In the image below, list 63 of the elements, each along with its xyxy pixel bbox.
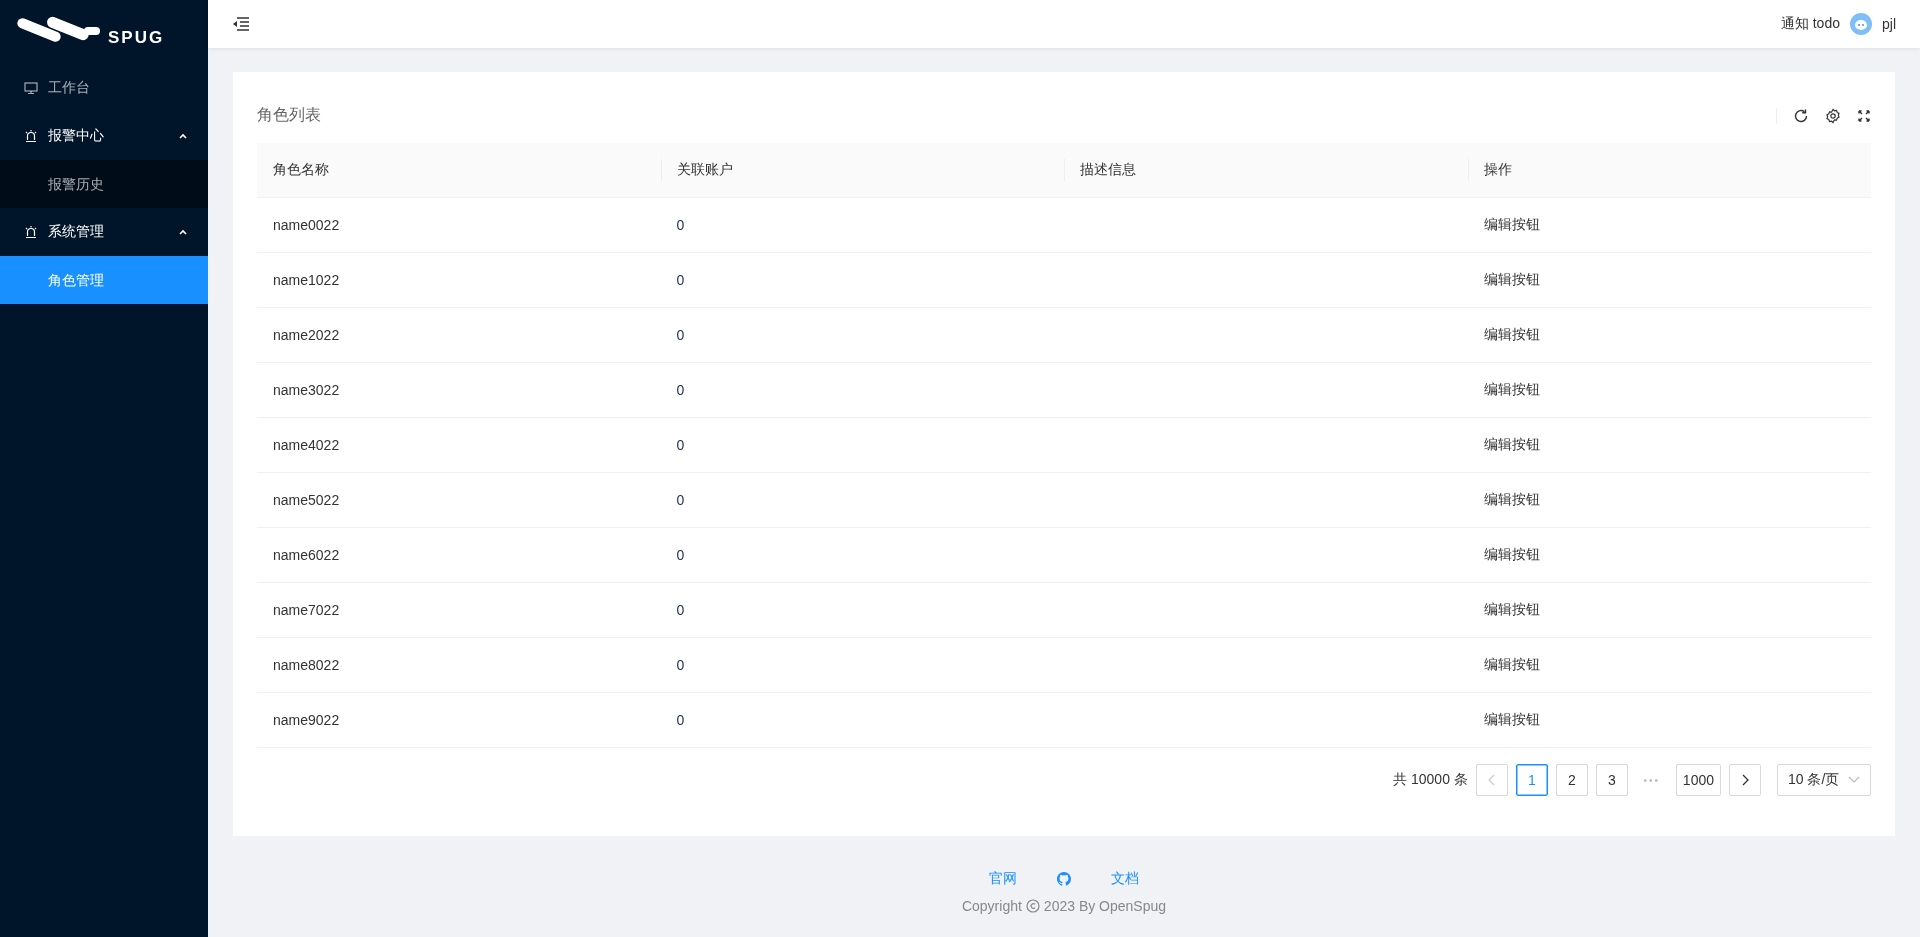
chevron-right-icon (1741, 774, 1749, 786)
table-cell: 0 (676, 382, 685, 398)
table-cell: 0 (676, 217, 685, 233)
page-button[interactable]: 2 (1555, 764, 1588, 796)
table-cell: name8022 (273, 657, 340, 673)
table-cell: name3022 (273, 382, 340, 398)
page-button[interactable]: 3 (1595, 764, 1628, 796)
notice-link[interactable]: 通知 todo (1780, 15, 1840, 33)
column-header: 操作 (1483, 161, 1512, 179)
monitor-icon (24, 81, 38, 95)
edit-link[interactable]: 编辑按钮 (1483, 491, 1540, 509)
page-button[interactable]: 1000 (1675, 764, 1721, 796)
menu-item[interactable]: 报警中心 (0, 112, 208, 160)
table-cell: 0 (676, 712, 685, 728)
column-header: 角色名称 (273, 161, 329, 179)
table-cell: 0 (676, 657, 685, 673)
chevron-down-icon (1848, 776, 1860, 784)
caret-icon (178, 132, 188, 140)
edit-link[interactable]: 编辑按钮 (1483, 326, 1540, 344)
edit-link[interactable]: 编辑按钮 (1483, 711, 1540, 729)
table-cell: 0 (676, 492, 685, 508)
edit-link[interactable]: 编辑按钮 (1483, 271, 1540, 289)
fullscreen-icon[interactable] (1857, 108, 1871, 123)
submenu-item[interactable]: 报警历史 (0, 160, 208, 208)
copyright-icon (1025, 899, 1040, 913)
alarm-icon (24, 129, 38, 143)
edit-link[interactable]: 编辑按钮 (1483, 381, 1540, 399)
total-count: 共 10000 条 (1393, 771, 1468, 789)
table-cell: 0 (676, 602, 685, 618)
table-cell: name2022 (273, 327, 340, 343)
card-title: 角色列表 (257, 105, 321, 125)
edit-link[interactable]: 编辑按钮 (1483, 656, 1540, 674)
settings-icon[interactable] (1825, 107, 1841, 124)
alarm-icon (24, 225, 38, 239)
table-cell: 0 (676, 437, 685, 453)
menu-item[interactable]: 系统管理 (0, 208, 208, 256)
column-header: 描述信息 (1080, 161, 1136, 179)
github-icon[interactable] (1057, 872, 1071, 886)
table-cell: name9022 (273, 712, 340, 728)
edit-link[interactable]: 编辑按钮 (1483, 546, 1540, 564)
table-cell: 0 (676, 547, 685, 563)
user-name[interactable]: pjl (1882, 16, 1896, 32)
column-header: 关联账户 (676, 161, 733, 179)
menu-item[interactable]: 工作台 (0, 64, 208, 112)
table-cell: name5022 (273, 492, 340, 508)
reload-icon[interactable] (1793, 107, 1809, 124)
caret-icon (178, 228, 188, 236)
edit-link[interactable]: 编辑按钮 (1483, 216, 1540, 234)
edit-link[interactable]: 编辑按钮 (1483, 436, 1540, 454)
table-cell: name1022 (273, 272, 340, 288)
logo-text: SPUG (108, 28, 165, 48)
table-cell: 0 (676, 272, 685, 288)
edit-link[interactable]: 编辑按钮 (1483, 601, 1540, 619)
copyright-text: Copyright (961, 898, 1022, 914)
table-cell: name7022 (273, 602, 340, 618)
copyright-text: 2023 By OpenSpug (1043, 898, 1167, 914)
chevron-left-icon (1487, 774, 1496, 786)
table-cell: name4022 (273, 437, 340, 453)
table-cell: name0022 (273, 217, 340, 233)
menu-fold-icon[interactable] (232, 16, 250, 32)
table-cell: name6022 (273, 547, 340, 563)
table-cell: 0 (676, 327, 685, 343)
page-size-select[interactable]: 10 条/页 (1777, 764, 1871, 796)
